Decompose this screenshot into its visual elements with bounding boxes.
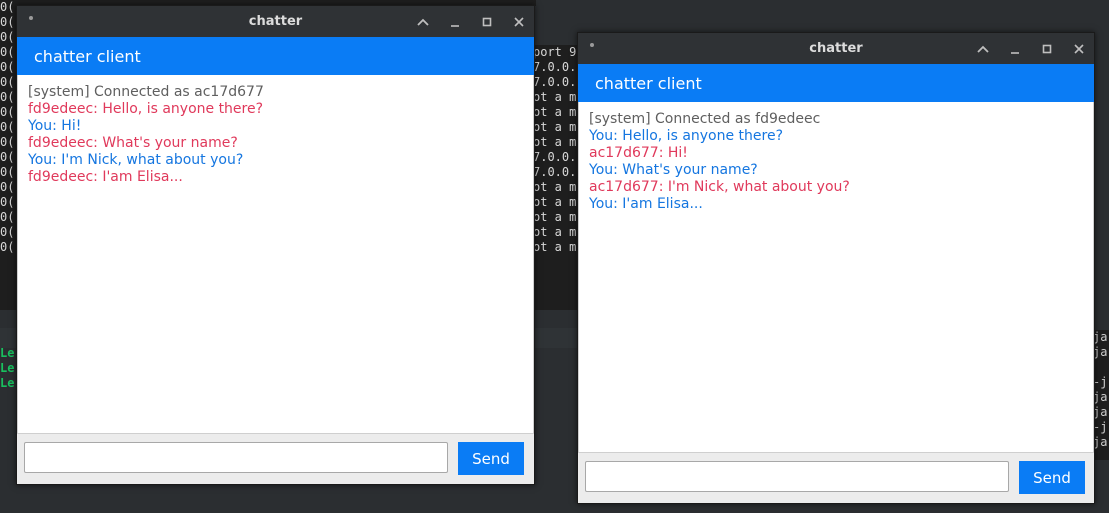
- terminal-line: 0(: [0, 60, 15, 74]
- minimize-icon[interactable]: [1006, 40, 1024, 58]
- chat-message: [system] Connected as ac17d677: [28, 84, 264, 100]
- terminal-line: 0(: [0, 135, 15, 149]
- compose-bar: Send: [578, 452, 1094, 503]
- chevron-up-icon[interactable]: [974, 40, 992, 58]
- send-button[interactable]: Send: [1019, 461, 1085, 494]
- chat-message: You: What's your name?: [589, 162, 758, 178]
- terminal-line: -j: [1093, 375, 1108, 389]
- terminal-line: ot a m: [533, 195, 577, 209]
- terminal-line: ot a m: [533, 225, 577, 239]
- terminal-line: 0(: [0, 180, 15, 194]
- send-button[interactable]: Send: [458, 442, 524, 475]
- terminal-line: 0(: [0, 120, 15, 134]
- chat-message: fd9edeec: What's your name?: [28, 135, 238, 151]
- chat-message: fd9edeec: Hello, is anyone there?: [28, 101, 264, 117]
- minimize-icon[interactable]: [446, 13, 464, 31]
- maximize-icon[interactable]: [478, 13, 496, 31]
- terminal-line: 0(: [0, 30, 15, 44]
- message-input[interactable]: [24, 442, 448, 473]
- terminal-middle-fragment: port 9 7.0.0. 7.0.0. ot a m ot a m ot a m ot a…: [533, 45, 578, 310]
- chat-message: fd9edeec: I'am Elisa...: [28, 169, 183, 185]
- terminal-line: ot a m: [533, 90, 577, 104]
- terminal-line: ot a m: [533, 135, 577, 149]
- terminal-line: 0(: [0, 150, 15, 164]
- terminal-line: 0(: [0, 45, 15, 59]
- compose-bar: Send: [17, 433, 534, 484]
- chat-log[interactable]: [system] Connected as ac17d677 fd9edeec: …: [17, 75, 534, 433]
- window-controls: [414, 6, 528, 37]
- terminal-line: Le: [0, 346, 15, 360]
- terminal-line: 7.0.0.: [533, 60, 577, 74]
- terminal-line: 7.0.0.: [533, 75, 577, 89]
- chatter-window-2: chatter chatter client [system] Connecte…: [577, 32, 1095, 504]
- terminal-line: ja: [1093, 390, 1108, 404]
- terminal-line: ot a m: [533, 105, 577, 119]
- terminal-line: 7.0.0.: [533, 165, 577, 179]
- terminal-line: Le: [0, 361, 15, 375]
- terminal-line: 0(: [0, 210, 15, 224]
- terminal-right-fragment: ja ja -j ja ja -j ja: [1093, 330, 1109, 460]
- close-icon[interactable]: [1070, 40, 1088, 58]
- chat-message: You: I'am Elisa...: [589, 196, 703, 212]
- terminal-line: 0(: [0, 225, 15, 239]
- terminal-line: Le: [0, 376, 15, 390]
- terminal-line: 7.0.0.: [533, 150, 577, 164]
- app-header: chatter client: [578, 64, 1094, 102]
- chat-log[interactable]: [system] Connected as fd9edeec You: Hello…: [578, 102, 1094, 452]
- chat-message: You: Hello, is anyone there?: [589, 128, 784, 144]
- terminal-line: ot a m: [533, 210, 577, 224]
- chat-message: You: I'm Nick, what about you?: [28, 152, 244, 168]
- terminal-line: 0(: [0, 90, 15, 104]
- window-titlebar[interactable]: chatter: [17, 6, 534, 37]
- terminal-line: 0(: [0, 165, 15, 179]
- close-icon[interactable]: [510, 13, 528, 31]
- terminal-line: 0(: [0, 195, 15, 209]
- chat-message: ac17d677: I'm Nick, what about you?: [589, 179, 850, 195]
- terminal-line: ja: [1093, 345, 1108, 359]
- terminal-line: 0(: [0, 105, 15, 119]
- chevron-up-icon[interactable]: [414, 13, 432, 31]
- window-controls: [974, 33, 1088, 64]
- terminal-line: 0(: [0, 15, 15, 29]
- terminal-line: 0(: [0, 75, 15, 89]
- terminal-line: ja: [1093, 405, 1108, 419]
- terminal-line: 0(: [0, 0, 15, 14]
- terminal-line: 0(: [0, 240, 15, 254]
- terminal-line: ot a m: [533, 180, 577, 194]
- message-input[interactable]: [585, 461, 1009, 492]
- app-header: chatter client: [17, 37, 534, 75]
- maximize-icon[interactable]: [1038, 40, 1056, 58]
- terminal-left-fragment: 0(0(0(0(0(0(0(0(0(0(0(0(0(0(0(0(0(: [0, 0, 16, 310]
- terminal-line: ja: [1093, 435, 1108, 449]
- terminal-line: ot a m: [533, 240, 577, 254]
- window-titlebar[interactable]: chatter: [578, 33, 1094, 64]
- terminal-green-fragment: Le Le Le: [0, 346, 16, 406]
- chat-message: ac17d677: Hi!: [589, 145, 688, 161]
- terminal-line: -j: [1093, 420, 1108, 434]
- terminal-line: port 9: [533, 45, 577, 59]
- chat-message: [system] Connected as fd9edeec: [589, 111, 821, 127]
- terminal-line: ot a m: [533, 120, 577, 134]
- chat-message: You: Hi!: [28, 118, 82, 134]
- terminal-line: ja: [1093, 330, 1108, 344]
- chatter-window-1: chatter chatter client [system] Connecte…: [16, 5, 535, 485]
